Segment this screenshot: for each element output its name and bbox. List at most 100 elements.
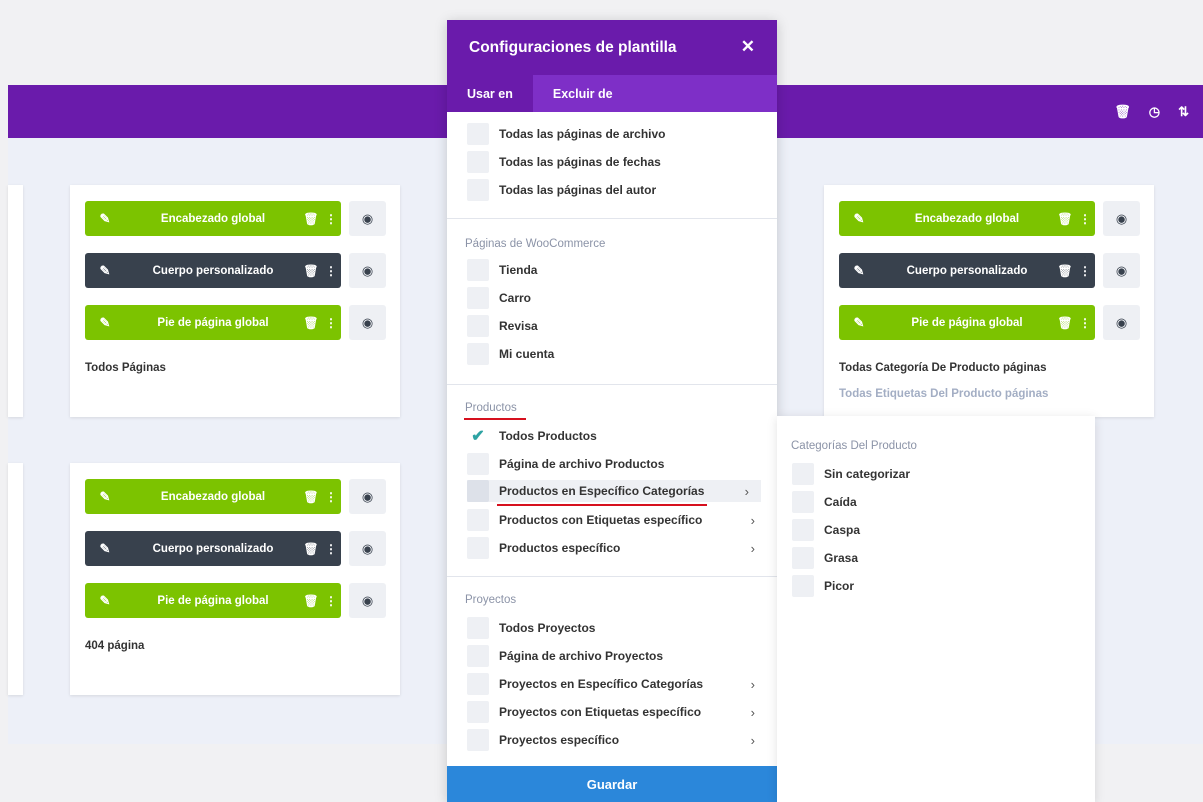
eye-icon[interactable]: ◉ — [349, 253, 386, 288]
global-footer-button[interactable]: ✎ Pie de página global 🗑 ⋮ — [839, 305, 1095, 340]
option-mi-cuenta[interactable]: Mi cuenta — [467, 343, 767, 365]
eye-icon[interactable]: ◉ — [349, 531, 386, 566]
tab-use-on[interactable]: Usar en — [447, 75, 533, 112]
more-icon[interactable]: ⋮ — [321, 490, 341, 504]
checkbox[interactable] — [792, 575, 814, 597]
checkbox[interactable] — [467, 617, 489, 639]
option-todos-productos[interactable]: ✔ Todos Productos — [467, 425, 767, 447]
checkbox[interactable] — [467, 179, 489, 201]
more-icon[interactable]: ⋮ — [321, 212, 341, 226]
trash-icon[interactable]: 🗑 — [301, 542, 321, 556]
checkmark-icon[interactable]: ✔ — [467, 425, 489, 447]
option-todos-proyectos[interactable]: Todos Proyectos — [467, 617, 767, 639]
option-picor[interactable]: Picor — [792, 575, 1092, 597]
close-icon[interactable]: ✕ — [741, 37, 755, 57]
checkbox[interactable] — [467, 645, 489, 667]
checkbox[interactable] — [467, 673, 489, 695]
custom-body-button[interactable]: ✎ Cuerpo personalizado 🗑 ⋮ — [839, 253, 1095, 288]
checkbox[interactable] — [467, 453, 489, 475]
pencil-icon[interactable]: ✎ — [85, 541, 125, 557]
checkbox[interactable] — [467, 343, 489, 365]
global-footer-button[interactable]: ✎ Pie de página global 🗑 ⋮ — [85, 583, 341, 618]
option-sin-categorizar[interactable]: Sin categorizar — [792, 463, 1092, 485]
checkbox[interactable] — [792, 463, 814, 485]
chevron-right-icon[interactable]: › — [751, 513, 755, 528]
trash-icon[interactable]: 🗑 — [301, 316, 321, 330]
trash-icon[interactable]: 🗑 — [301, 264, 321, 278]
custom-body-button[interactable]: ✎ Cuerpo personalizado 🗑 ⋮ — [85, 531, 341, 566]
option-productos-categorias[interactable]: Productos en Específico Categorías › — [467, 480, 761, 502]
option-productos-etiquetas[interactable]: Productos con Etiquetas específico › — [467, 509, 767, 531]
trash-icon[interactable]: 🗑 — [301, 212, 321, 226]
more-icon[interactable]: ⋮ — [321, 316, 341, 330]
option-productos-especifico[interactable]: Productos específico › — [467, 537, 767, 559]
trash-icon[interactable]: 🗑 — [1055, 316, 1075, 330]
global-footer-button[interactable]: ✎ Pie de página global 🗑 ⋮ — [85, 305, 341, 340]
save-button[interactable]: Guardar — [447, 766, 777, 802]
option-revisa[interactable]: Revisa — [467, 315, 767, 337]
eye-icon[interactable]: ◉ — [349, 305, 386, 340]
option-archivo-productos[interactable]: Página de archivo Productos — [467, 453, 767, 475]
pencil-icon[interactable]: ✎ — [85, 263, 125, 279]
chevron-right-icon[interactable]: › — [745, 484, 749, 499]
more-icon[interactable]: ⋮ — [1075, 316, 1095, 330]
chevron-right-icon[interactable]: › — [751, 541, 755, 556]
option-caida[interactable]: Caída — [792, 491, 1092, 513]
checkbox[interactable] — [792, 491, 814, 513]
history-icon[interactable]: ◷ — [1149, 104, 1160, 120]
global-header-button[interactable]: ✎ Encabezado global 🗑 ⋮ — [839, 201, 1095, 236]
option-tienda[interactable]: Tienda — [467, 259, 767, 281]
option-caspa[interactable]: Caspa — [792, 519, 1092, 541]
checkbox[interactable] — [467, 259, 489, 281]
sort-icon[interactable]: ⇅ — [1178, 104, 1189, 120]
eye-icon[interactable]: ◉ — [1103, 201, 1140, 236]
trash-icon[interactable]: 🗑 — [1055, 212, 1075, 226]
assignment-options-list[interactable]: Todas las páginas de archivo Todas las p… — [447, 112, 777, 766]
option-proyectos-especifico[interactable]: Proyectos específico › — [467, 729, 767, 751]
trash-icon[interactable]: 🗑 — [1114, 104, 1131, 120]
option-date-pages[interactable]: Todas las páginas de fechas — [467, 151, 767, 173]
global-header-button[interactable]: ✎ Encabezado global 🗑 ⋮ — [85, 201, 341, 236]
more-icon[interactable]: ⋮ — [1075, 212, 1095, 226]
eye-icon[interactable]: ◉ — [349, 583, 386, 618]
checkbox[interactable] — [467, 287, 489, 309]
checkbox[interactable] — [467, 537, 489, 559]
chevron-right-icon[interactable]: › — [751, 677, 755, 692]
pencil-icon[interactable]: ✎ — [85, 593, 125, 609]
eye-icon[interactable]: ◉ — [349, 201, 386, 236]
pencil-icon[interactable]: ✎ — [85, 211, 125, 227]
custom-body-button[interactable]: ✎ Cuerpo personalizado 🗑 ⋮ — [85, 253, 341, 288]
pencil-icon[interactable]: ✎ — [85, 489, 125, 505]
option-archivo-proyectos[interactable]: Página de archivo Proyectos — [467, 645, 767, 667]
trash-icon[interactable]: 🗑 — [301, 490, 321, 504]
pencil-icon[interactable]: ✎ — [839, 263, 879, 279]
eye-icon[interactable]: ◉ — [1103, 253, 1140, 288]
global-header-button[interactable]: ✎ Encabezado global 🗑 ⋮ — [85, 479, 341, 514]
pencil-icon[interactable]: ✎ — [839, 211, 879, 227]
option-author-pages[interactable]: Todas las páginas del autor — [467, 179, 767, 201]
checkbox[interactable] — [467, 729, 489, 751]
trash-icon[interactable]: 🗑 — [301, 594, 321, 608]
chevron-right-icon[interactable]: › — [751, 733, 755, 748]
pencil-icon[interactable]: ✎ — [85, 315, 125, 331]
more-icon[interactable]: ⋮ — [1075, 264, 1095, 278]
checkbox[interactable] — [467, 480, 489, 502]
pencil-icon[interactable]: ✎ — [839, 315, 879, 331]
option-proyectos-categorias[interactable]: Proyectos en Específico Categorías › — [467, 673, 767, 695]
tab-exclude-from[interactable]: Excluir de — [533, 75, 633, 112]
chevron-right-icon[interactable]: › — [751, 705, 755, 720]
eye-icon[interactable]: ◉ — [1103, 305, 1140, 340]
option-carro[interactable]: Carro — [467, 287, 767, 309]
checkbox[interactable] — [467, 151, 489, 173]
option-grasa[interactable]: Grasa — [792, 547, 1092, 569]
option-archive-pages[interactable]: Todas las páginas de archivo — [467, 123, 767, 145]
checkbox[interactable] — [792, 519, 814, 541]
checkbox[interactable] — [467, 315, 489, 337]
checkbox[interactable] — [467, 123, 489, 145]
checkbox[interactable] — [467, 701, 489, 723]
more-icon[interactable]: ⋮ — [321, 594, 341, 608]
checkbox[interactable] — [467, 509, 489, 531]
more-icon[interactable]: ⋮ — [321, 264, 341, 278]
more-icon[interactable]: ⋮ — [321, 542, 341, 556]
option-proyectos-etiquetas[interactable]: Proyectos con Etiquetas específico › — [467, 701, 767, 723]
